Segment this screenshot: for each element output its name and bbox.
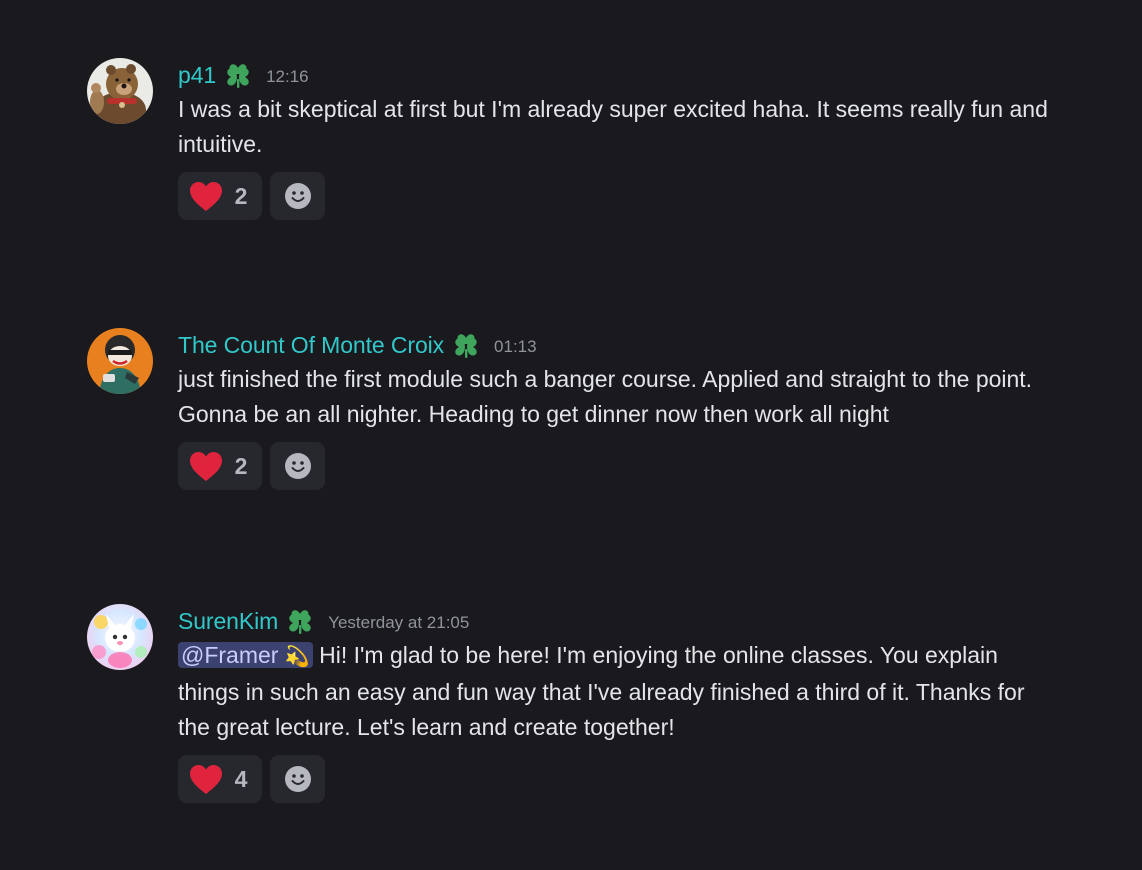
reaction-count: 4 <box>234 765 248 792</box>
heart-reaction-button[interactable]: 2 <box>178 442 262 490</box>
heart-icon <box>189 764 223 795</box>
reaction-bar: 2 <box>178 442 1078 490</box>
heart-reaction-button[interactable]: 2 <box>178 172 262 220</box>
username[interactable]: SurenKim <box>178 608 278 635</box>
add-reaction-button[interactable] <box>270 442 325 490</box>
reaction-bar: 2 <box>178 172 1078 220</box>
add-reaction-button[interactable] <box>270 755 325 803</box>
heart-icon <box>189 451 223 482</box>
clover-role-icon[interactable] <box>450 329 482 361</box>
reaction-count: 2 <box>234 182 248 209</box>
message-header: p41 12:16 <box>178 58 1078 92</box>
smile-face-icon <box>284 765 312 793</box>
message-header: SurenKim Yesterday at 21:05 <box>178 604 1078 638</box>
timestamp: Yesterday at 21:05 <box>328 613 470 632</box>
smile-face-icon <box>284 182 312 210</box>
timestamp: 01:13 <box>494 337 537 356</box>
reaction-bar: 4 <box>178 755 1078 803</box>
reaction-count: 2 <box>234 452 248 479</box>
smile-face-icon <box>284 452 312 480</box>
chat-message-list: p41 12:16 I was a bit skeptical at first… <box>0 0 1142 870</box>
mention-label: @Framer <box>181 642 279 668</box>
message-header: The Count Of Monte Croix 01:13 <box>178 328 1078 362</box>
clover-role-icon[interactable] <box>222 59 254 91</box>
username[interactable]: The Count Of Monte Croix <box>178 332 444 359</box>
avatar[interactable] <box>87 328 153 394</box>
message-content: SurenKim Yesterday at 21:05 @Framer 💫 Hi… <box>178 604 1078 803</box>
message-text: @Framer 💫 Hi! I'm glad to be here! I'm e… <box>178 638 1058 745</box>
timestamp: 12:16 <box>266 67 309 86</box>
message-content: The Count Of Monte Croix 01:13 just fini… <box>178 328 1078 490</box>
avatar[interactable] <box>87 58 153 124</box>
user-mention[interactable]: @Framer 💫 <box>178 642 313 668</box>
message-content: p41 12:16 I was a bit skeptical at first… <box>178 58 1078 220</box>
avatar[interactable] <box>87 604 153 670</box>
heart-reaction-button[interactable]: 4 <box>178 755 262 803</box>
message-text: just finished the first module such a ba… <box>178 366 1033 427</box>
bear-avatar-icon <box>87 58 153 124</box>
cartoon-character-avatar-icon <box>87 328 153 394</box>
pastel-character-avatar-icon <box>87 604 153 670</box>
dizzy-emoji-icon: 💫 <box>284 646 310 668</box>
clover-role-icon[interactable] <box>284 605 316 637</box>
add-reaction-button[interactable] <box>270 172 325 220</box>
username[interactable]: p41 <box>178 62 216 89</box>
message-text: I was a bit skeptical at first but I'm a… <box>178 96 1048 157</box>
heart-icon <box>189 181 223 212</box>
